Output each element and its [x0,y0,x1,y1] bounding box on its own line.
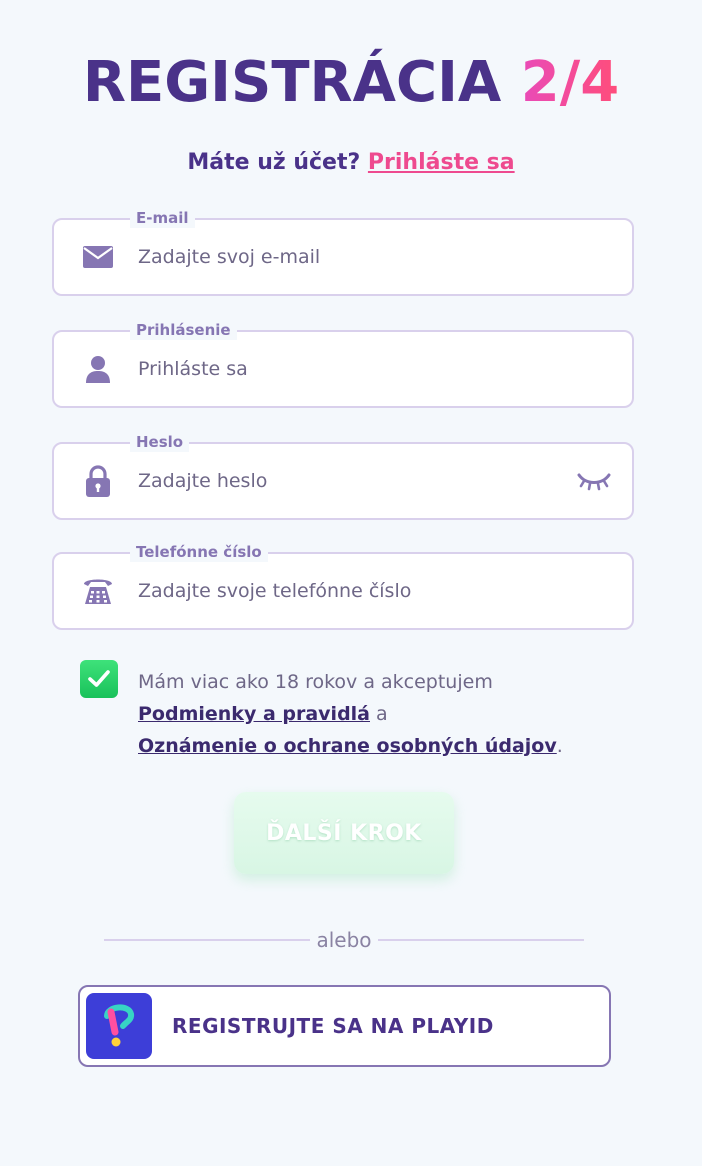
telephone-icon [82,575,114,607]
privacy-link[interactable]: Oznámenie o ochrane osobných údajov [138,735,557,757]
step-indicator: 2/4 [520,50,620,115]
login-field[interactable]: Prihlásenie [52,320,634,408]
lock-icon [82,465,114,497]
playid-register-button[interactable]: REGISTRUJTE SA NA PLAYID [78,985,611,1067]
eye-closed-icon[interactable] [576,469,612,493]
existing-account-prompt: Máte už účet? Prihláste sa [0,150,702,175]
password-field[interactable]: Heslo [52,432,634,520]
phone-field[interactable]: Telefónne číslo [52,542,634,630]
consent-period: . [556,735,563,757]
phone-input[interactable] [138,554,558,628]
playid-logo-icon [86,993,152,1059]
next-step-button[interactable]: ĎALŠÍ KROK [234,792,454,874]
envelope-icon [82,241,114,273]
checkmark-icon [88,670,110,687]
consent-text: Mám viac ako 18 rokov a akceptujem Podmie… [138,666,638,762]
email-input[interactable] [138,220,558,294]
user-icon [82,353,114,385]
email-field[interactable]: E-mail [52,208,634,296]
divider-text: alebo [316,928,372,952]
terms-link[interactable]: Podmienky a pravidlá [138,703,370,725]
account-question: Máte už účet? [187,150,361,175]
page-title: REGISTRÁCIA 2/4 [0,48,702,118]
password-input[interactable] [138,444,558,518]
title-text: REGISTRÁCIA [82,50,502,115]
login-link[interactable]: Prihláste sa [368,150,515,175]
consent-intro: Mám viac ako 18 rokov a akceptujem [138,671,493,693]
consent-checkbox[interactable] [80,660,118,698]
login-input[interactable] [138,332,558,406]
consent-conjunction: a [376,703,388,725]
playid-label: REGISTRUJTE SA NA PLAYID [172,1014,494,1038]
or-divider: alebo [104,926,584,954]
